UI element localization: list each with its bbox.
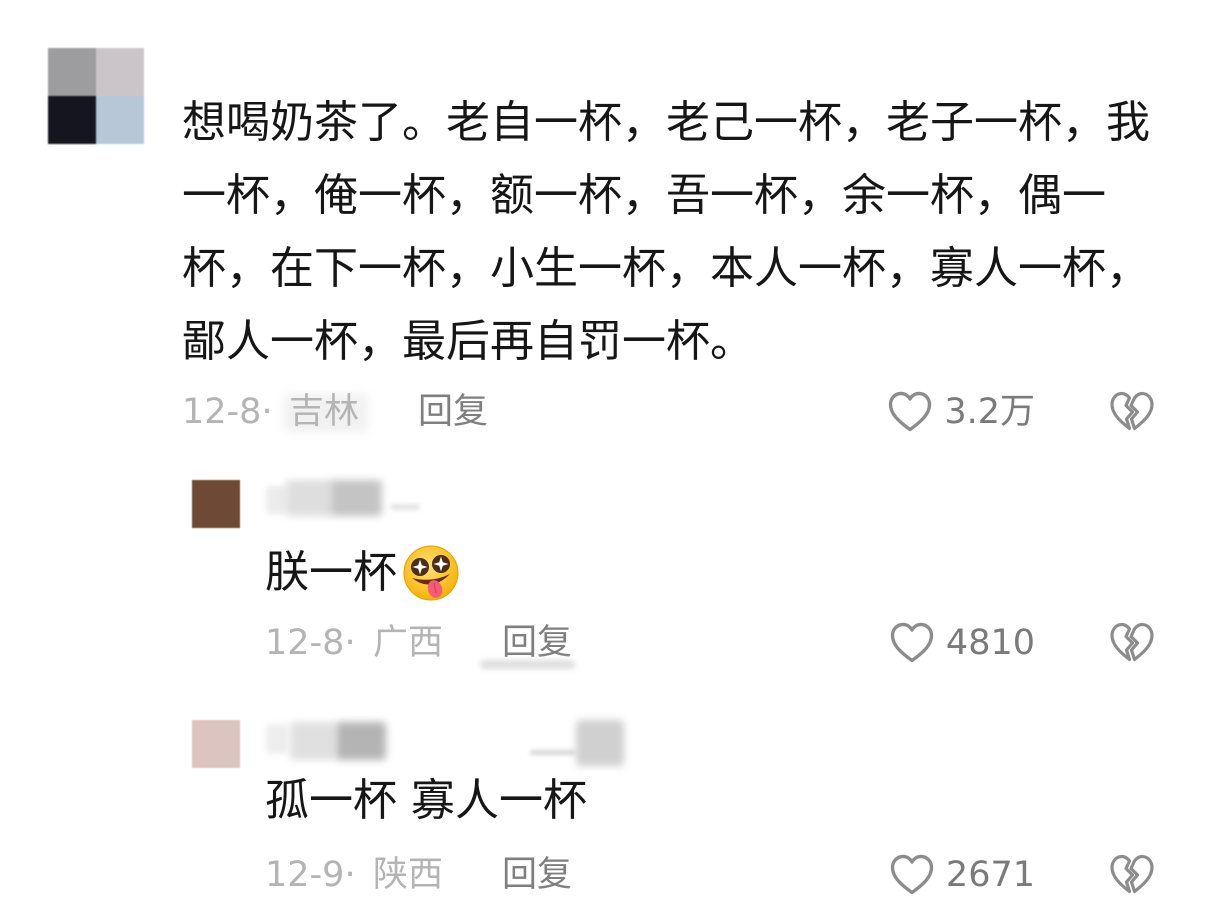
username-redacted[interactable] [262, 474, 427, 526]
redaction-blur [530, 750, 576, 755]
comment-text: 想喝奶茶了。老自一杯，老己一杯，老子一杯，我一杯，俺一杯，额一杯，吾一杯，余一杯… [182, 97, 1150, 367]
like-count: 3.2万 [944, 392, 1035, 432]
broken-heart-icon [1110, 854, 1154, 894]
comment-date-group: 12-8· [182, 388, 273, 436]
heart-outline-icon [889, 391, 932, 432]
redaction-blur [266, 724, 288, 754]
meta-separator: · [344, 623, 356, 663]
like-count: 4810 [945, 623, 1035, 663]
reply-location: 广西 [373, 623, 444, 663]
dislike-button[interactable] [1108, 388, 1156, 436]
reply-date-group: 12-8· [265, 619, 356, 667]
user-avatar[interactable] [48, 48, 144, 144]
avatar-tile [96, 96, 144, 144]
avatar-tile [48, 48, 96, 96]
broken-heart-icon [1110, 622, 1154, 662]
like-button[interactable]: 3.2万 [886, 388, 1035, 436]
broken-heart-icon [1110, 391, 1154, 431]
redaction-blur [390, 504, 420, 510]
avatar-tile [96, 48, 144, 96]
like-button[interactable]: 4810 [888, 619, 1035, 667]
redaction-blur [336, 722, 386, 760]
comment-date: 12-8 [182, 392, 262, 432]
star-eyes-tongue-emoji [403, 545, 459, 600]
reply-text: 孤一杯 寡人一杯 [265, 775, 587, 826]
redaction-blur [576, 720, 624, 766]
user-avatar[interactable] [192, 480, 240, 528]
reply-date: 12-9 [265, 855, 345, 895]
redaction-blur [290, 722, 336, 760]
dislike-button[interactable] [1108, 619, 1156, 667]
heart-outline-icon [890, 622, 934, 663]
meta-separator: · [261, 392, 273, 432]
reply-text: 朕一杯 [265, 536, 461, 609]
like-button[interactable]: 2671 [888, 851, 1035, 899]
redaction-blur [330, 480, 382, 516]
redaction-blur [286, 480, 332, 516]
reply-button[interactable]: 回复 [418, 388, 488, 436]
reply-date: 12-8 [265, 623, 345, 663]
comment-location: 吉林 [289, 392, 360, 432]
heart-outline-icon [890, 854, 934, 895]
meta-separator: · [344, 855, 356, 895]
reply-text-content: 朕一杯 [265, 547, 397, 598]
redaction-blur [266, 486, 288, 514]
avatar-tile [48, 96, 96, 144]
reply-button[interactable]: 回复 [502, 851, 572, 899]
like-count: 2671 [945, 855, 1035, 895]
dislike-button[interactable] [1108, 851, 1156, 899]
reply-date-group: 12-9· [265, 851, 356, 899]
user-avatar[interactable] [192, 720, 240, 768]
redaction-smudge [480, 660, 575, 669]
reply-location: 陕西 [373, 855, 444, 895]
